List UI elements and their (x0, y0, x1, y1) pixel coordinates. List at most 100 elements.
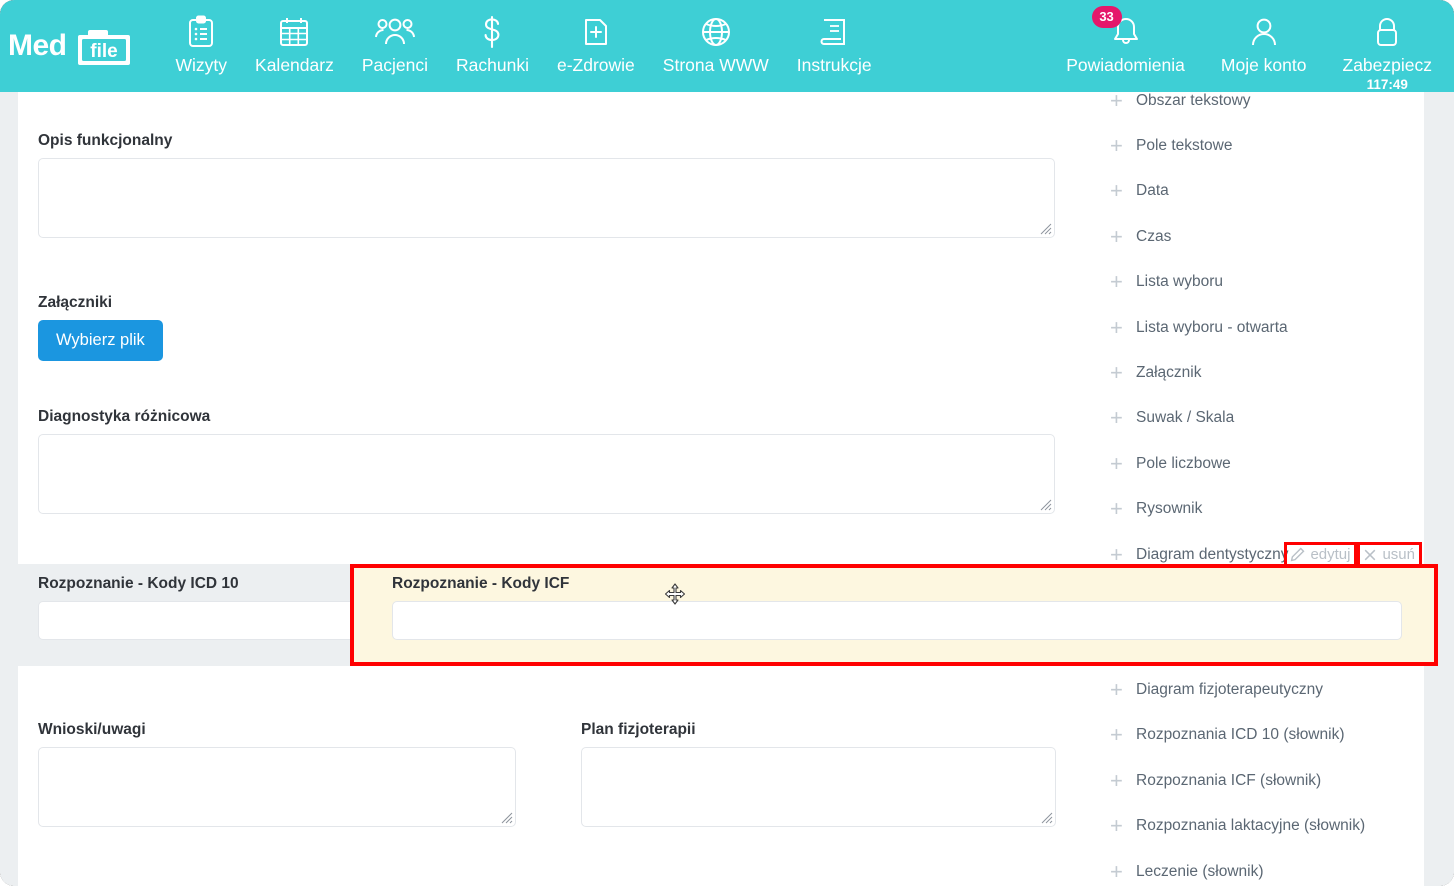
palette-item-diagram-fizjoterapeutyczny[interactable]: + Diagram fizjoterapeutyczny (1098, 667, 1438, 712)
nav-label-ezdrowie: e-Zdrowie (556, 55, 635, 75)
plus-icon: + (1110, 360, 1123, 386)
label-wnioski-uwagi: Wnioski/uwagi (38, 721, 146, 738)
field-palette-sidebar: + Obszar tekstowy + Pole tekstowe + Data… (1098, 92, 1438, 886)
palette-item-label: Leczenie (słownik) (1136, 862, 1264, 880)
palette-item-rozpoznania-laktacyjne[interactable]: + Rozpoznania laktacyjne (słownik) (1098, 803, 1438, 848)
nav-label-strona-www: Strona WWW (662, 55, 769, 75)
nav-label-moje-konto: Moje konto (1220, 55, 1307, 75)
plus-icon: + (1110, 496, 1123, 522)
plus-icon: + (1110, 178, 1123, 204)
palette-item-lista-wyboru-otwarta[interactable]: + Lista wyboru - otwarta (1098, 305, 1438, 350)
palette-item-leczenie[interactable]: + Leczenie (słownik) (1098, 849, 1438, 886)
nav-item-rachunki[interactable]: Rachunki (442, 8, 543, 80)
palette-item-label: Pole liczbowe (1136, 454, 1231, 472)
nav-item-ezdrowie[interactable]: e-Zdrowie (543, 8, 649, 80)
nav-item-pacjenci[interactable]: Pacjenci (348, 8, 442, 80)
svg-text:file: file (90, 41, 117, 62)
resize-handle[interactable] (1038, 497, 1052, 511)
nav-label-instrukcje: Instrukcje (796, 55, 872, 75)
form-builder-canvas: Opis funkcjonalny Załączniki Wybierz pli… (18, 92, 1098, 886)
clipboard-icon (186, 12, 216, 52)
nav-item-strona-www[interactable]: Strona WWW (649, 8, 783, 80)
nav-item-kalendarz[interactable]: Kalendarz (241, 8, 348, 80)
nav-label-rachunki: Rachunki (456, 55, 529, 75)
palette-item-label: Załącznik (1136, 364, 1202, 382)
palette-item-label: Lista wyboru - otwarta (1136, 318, 1288, 336)
content-area: Opis funkcjonalny Załączniki Wybierz pli… (0, 92, 1454, 886)
plus-icon: + (1110, 767, 1123, 793)
page-frame: Med file Wizyty Kalendarz Pacjenci Rachu… (0, 0, 1454, 886)
palette-item-label: Data (1136, 182, 1169, 200)
palette-item-rysownik[interactable]: + Rysownik (1098, 487, 1438, 532)
security-timer: 117:49 (1366, 77, 1408, 92)
sidebar-scrollbar[interactable] (1424, 92, 1438, 886)
label-opis-funkcjonalny: Opis funkcjonalny (38, 132, 173, 149)
textarea-wnioski-uwagi[interactable] (38, 747, 516, 827)
plus-icon: + (1110, 450, 1123, 476)
top-nav-right: 33 Powiadomienia Moje konto Zabezpiecz 1… (1048, 6, 1451, 96)
palette-item-rozpoznania-icf[interactable]: + Rozpoznania ICF (słownik) (1098, 758, 1438, 803)
plus-icon: + (1110, 722, 1123, 748)
nav-item-moje-konto[interactable]: Moje konto (1203, 8, 1325, 80)
palette-item-pole-tekstowe[interactable]: + Pole tekstowe (1098, 123, 1438, 168)
nav-item-instrukcje[interactable]: Instrukcje (783, 8, 886, 80)
nav-item-zabezpiecz[interactable]: Zabezpiecz 117:49 (1325, 8, 1451, 96)
label-diagnostyka-roznicowa: Diagnostyka różnicowa (38, 408, 211, 425)
palette-item-pole-liczbowe[interactable]: + Pole liczbowe (1098, 441, 1438, 486)
drag-drop-band: Rozpoznanie - Kody ICD 10 Rozpoznanie - … (0, 564, 1454, 666)
users-icon (374, 12, 415, 52)
resize-handle[interactable] (1039, 810, 1053, 824)
resize-handle[interactable] (499, 810, 513, 824)
edit-label: edytuj (1310, 546, 1351, 564)
notifications-badge: 33 (1091, 6, 1122, 28)
plus-icon: + (1110, 133, 1123, 159)
plus-icon: + (1110, 541, 1123, 567)
nav-item-wizyty[interactable]: Wizyty (162, 8, 242, 80)
nav-label-powiadomienia: Powiadomienia (1066, 55, 1185, 75)
palette-item-zalacznik[interactable]: + Załącznik (1098, 350, 1438, 395)
palette-item-obszar-tekstowy[interactable]: + Obszar tekstowy (1098, 92, 1438, 123)
nav-item-powiadomienia[interactable]: 33 Powiadomienia (1048, 6, 1203, 80)
main-nav: Wizyty Kalendarz Pacjenci Rachunki e-Zdr… (162, 8, 886, 80)
palette-item-rozpoznania-icd10[interactable]: + Rozpoznania ICD 10 (słownik) (1098, 713, 1438, 758)
palette-item-label: Pole tekstowe (1136, 137, 1233, 155)
plus-icon: + (1110, 314, 1123, 340)
textarea-diagnostyka-roznicowa[interactable] (38, 434, 1055, 514)
palette-item-label: Rysownik (1136, 500, 1203, 518)
left-gutter (0, 92, 18, 886)
dragged-field-highlight[interactable]: Rozpoznanie - Kody ICF (350, 564, 1438, 666)
palette-item-czas[interactable]: + Czas (1098, 214, 1438, 259)
label-zalaczniki: Załączniki (38, 294, 113, 311)
field-icf: Rozpoznanie - Kody ICF (392, 575, 1402, 640)
dollar-icon (479, 12, 505, 52)
palette-item-data[interactable]: + Data (1098, 169, 1438, 214)
field-diagnostyka-roznicowa: Diagnostyka różnicowa (38, 408, 1055, 514)
textarea-opis-funkcjonalny[interactable] (38, 158, 1055, 238)
field-opis-funkcjonalny: Opis funkcjonalny (38, 132, 1055, 238)
nav-label-kalendarz: Kalendarz (255, 55, 334, 75)
logo-folder-icon: file (72, 22, 136, 70)
palette-item-lista-wyboru[interactable]: + Lista wyboru (1098, 260, 1438, 305)
textarea-plan-fizjoterapii[interactable] (581, 747, 1056, 827)
plus-icon: + (1110, 858, 1123, 884)
nav-label-pacjenci: Pacjenci (361, 55, 428, 75)
palette-item-label: Czas (1136, 227, 1172, 245)
field-zalaczniki: Załączniki Wybierz plik (38, 294, 163, 361)
globe-icon (700, 12, 732, 52)
resize-handle[interactable] (1038, 221, 1052, 235)
palette-item-suwak-skala[interactable]: + Suwak / Skala (1098, 396, 1438, 441)
input-icf[interactable] (392, 601, 1402, 640)
label-icf: Rozpoznanie - Kody ICF (392, 575, 570, 592)
app-logo[interactable]: Med file (8, 22, 136, 70)
drop-target-icd10[interactable]: Rozpoznanie - Kody ICD 10 (0, 564, 418, 666)
palette-item-label: Obszar tekstowy (1136, 92, 1251, 109)
palette-item-label: Diagram fizjoterapeutyczny (1136, 680, 1323, 698)
top-navigation-bar: Med file Wizyty Kalendarz Pacjenci Rachu… (0, 0, 1454, 92)
calendar-icon (278, 12, 310, 52)
choose-file-button[interactable]: Wybierz plik (38, 320, 163, 361)
move-cursor-icon (664, 583, 686, 605)
plus-icon: + (1110, 269, 1123, 295)
delete-label: usuń (1382, 546, 1415, 564)
palette-item-label: Rozpoznania ICF (słownik) (1136, 771, 1322, 789)
nav-label-wizyty: Wizyty (175, 55, 228, 75)
